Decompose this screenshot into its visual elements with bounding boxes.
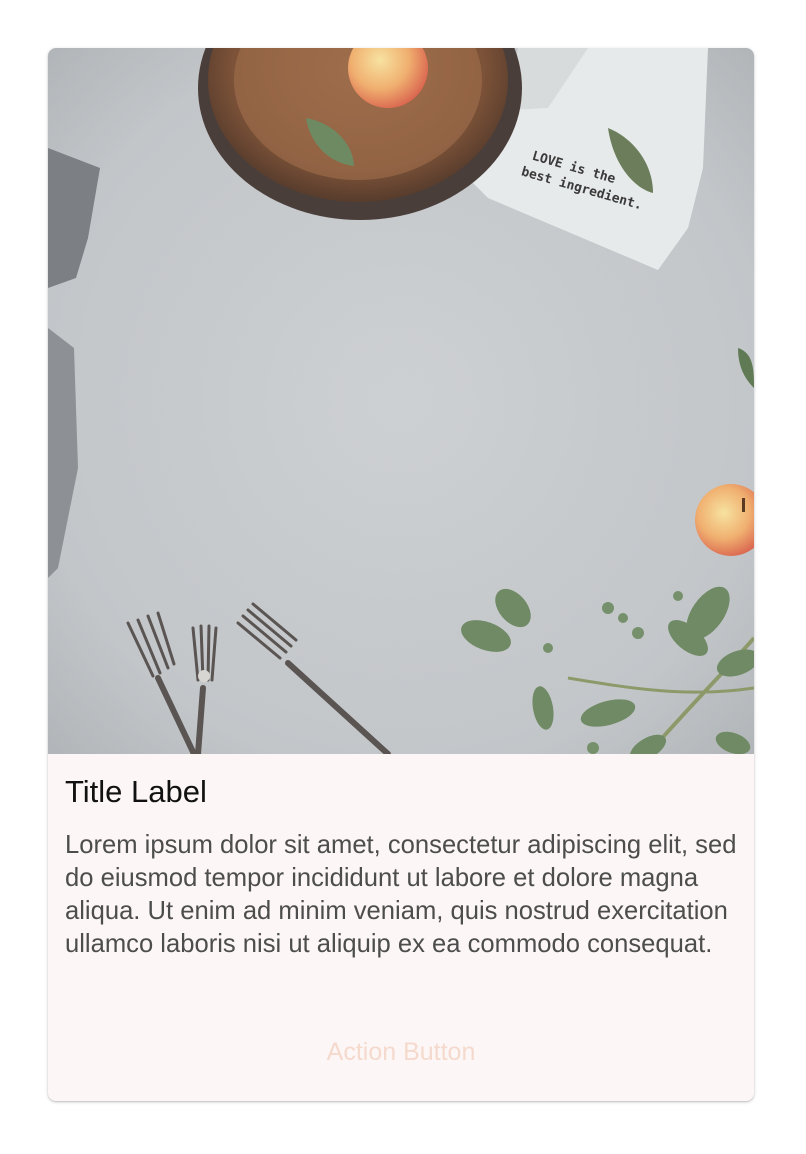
action-button[interactable]: Action Button	[48, 1030, 754, 1074]
food-table-photo: LOVE is the best ingredient.	[48, 48, 754, 754]
card-image: LOVE is the best ingredient.	[48, 48, 754, 754]
card-body-text: Lorem ipsum dolor sit amet, consectetur …	[65, 831, 737, 958]
card-title: Title Label	[65, 774, 207, 809]
card: LOVE is the best ingredient. Title Label…	[48, 48, 754, 1101]
